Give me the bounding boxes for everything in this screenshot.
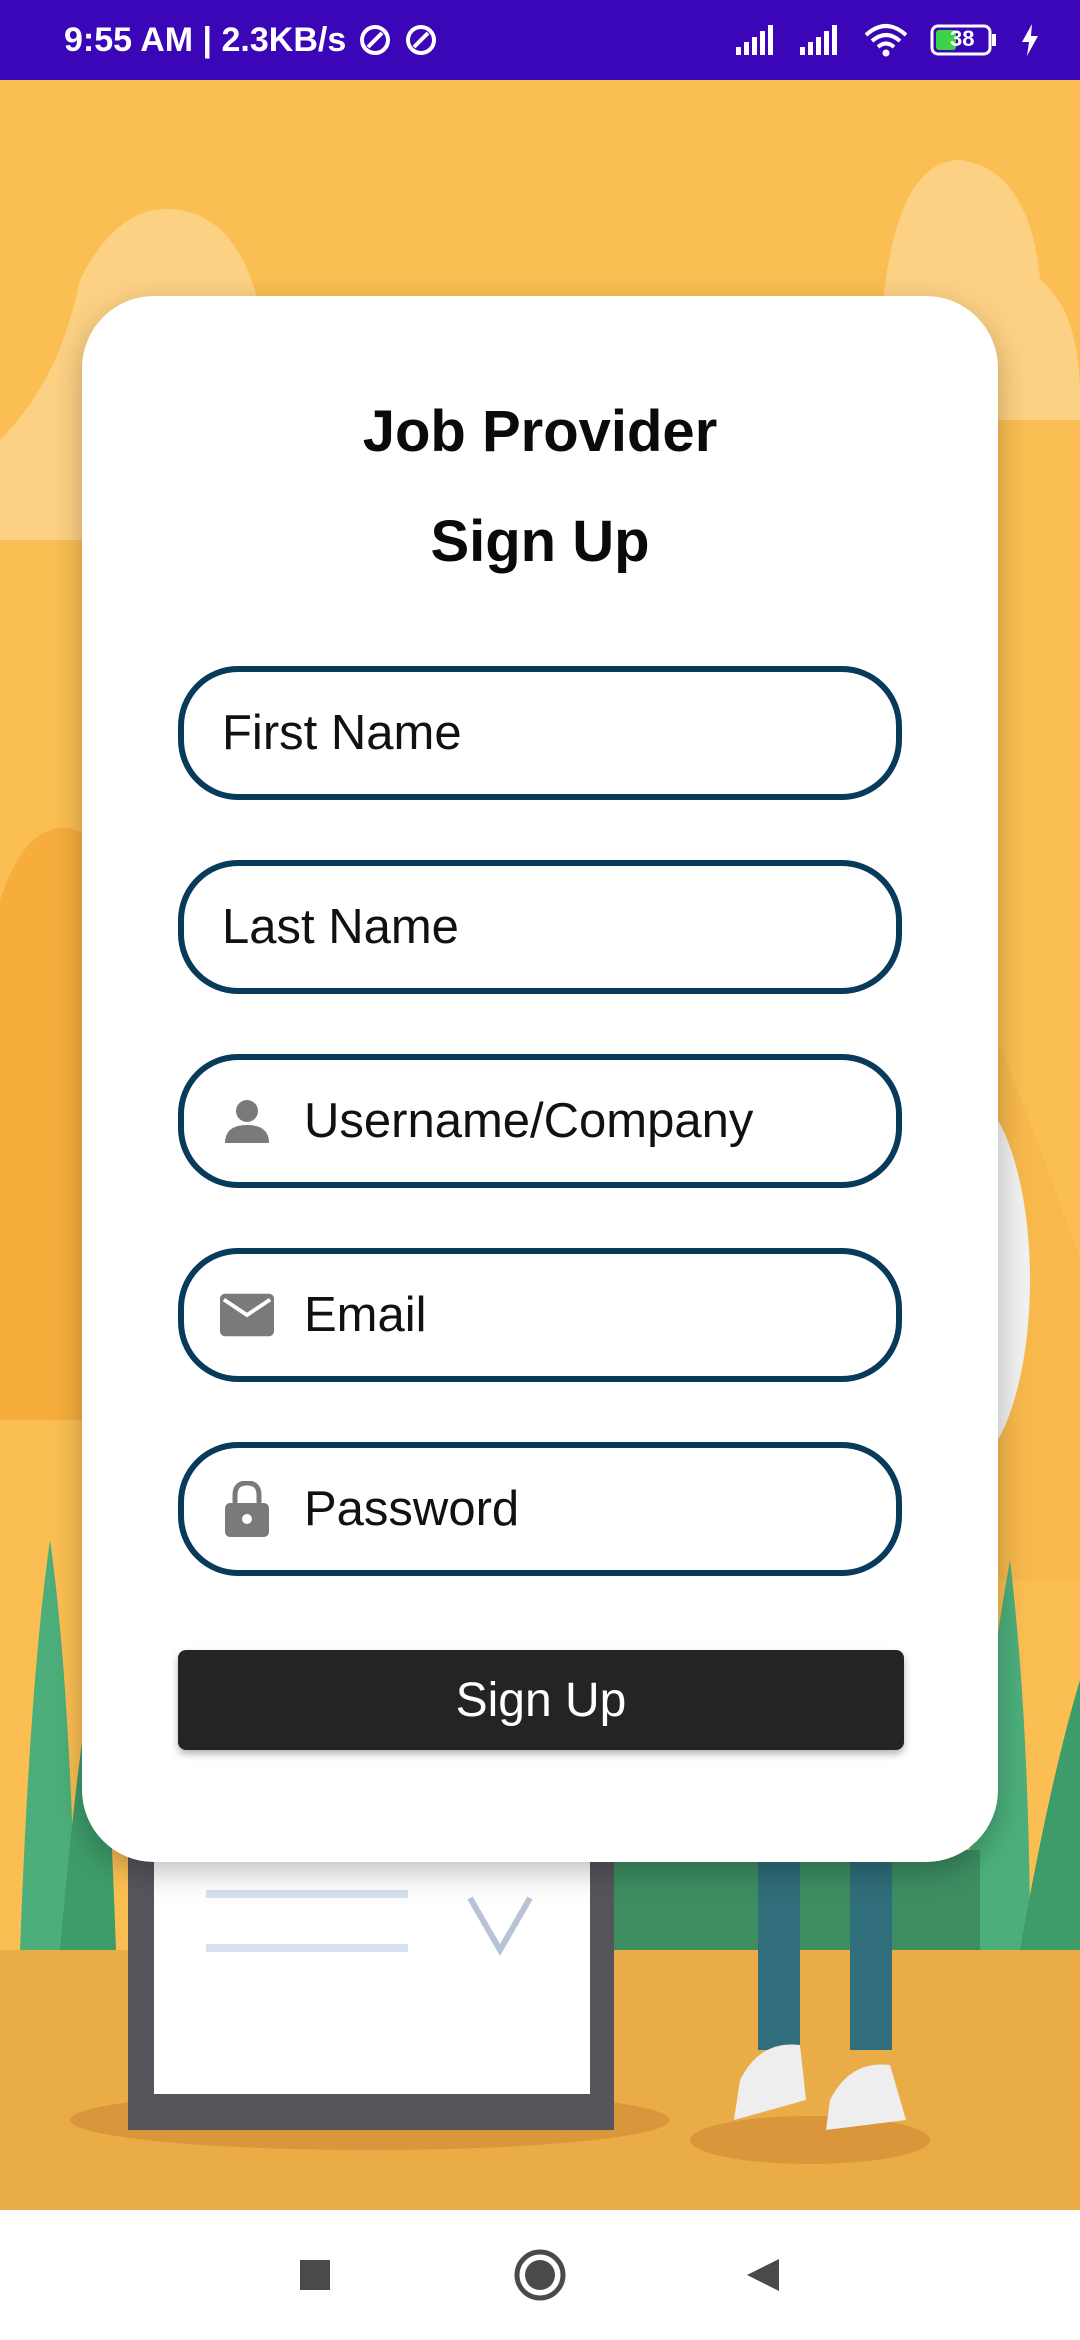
username-field[interactable]: Username/Company [178, 1054, 902, 1188]
first-name-field[interactable]: First Name [178, 666, 902, 800]
person-icon [220, 1094, 274, 1148]
status-right: 38 [736, 23, 1040, 57]
signup-card: Job Provider Sign Up First Name Last Nam… [82, 296, 998, 1862]
square-icon [300, 2260, 330, 2290]
battery-icon: 38 [930, 24, 998, 56]
sign-up-button[interactable]: Sign Up [178, 1650, 904, 1750]
password-field[interactable]: Password [178, 1442, 902, 1576]
last-name-field[interactable]: Last Name [178, 860, 902, 994]
email-field[interactable]: Email [178, 1248, 902, 1382]
username-placeholder: Username/Company [304, 1094, 754, 1148]
password-placeholder: Password [304, 1482, 520, 1536]
charging-icon [1020, 24, 1040, 56]
page-subtitle: Sign Up [430, 509, 650, 574]
first-name-placeholder: First Name [222, 706, 462, 760]
status-bar: 9:55 AM | 2.3KB/s 38 [0, 0, 1080, 80]
status-left: 9:55 AM | 2.3KB/s [64, 21, 438, 60]
last-name-placeholder: Last Name [222, 900, 459, 954]
back-button[interactable] [728, 2240, 798, 2310]
page-title: Job Provider [362, 399, 718, 464]
signal-icon [736, 25, 778, 55]
signal-icon-2 [800, 25, 842, 55]
navigation-bar [0, 2210, 1080, 2340]
circle-icon [514, 2249, 566, 2301]
wifi-icon [864, 23, 908, 57]
home-button[interactable] [505, 2240, 575, 2310]
lock-icon [220, 1481, 274, 1537]
sync-icon [358, 23, 392, 57]
status-time: 9:55 AM | 2.3KB/s [64, 20, 347, 59]
battery-level: 38 [950, 26, 975, 51]
sync-icon-2 [404, 23, 438, 57]
triangle-back-icon [747, 2259, 779, 2291]
mail-icon [220, 1288, 274, 1342]
recents-button[interactable] [280, 2240, 350, 2310]
email-placeholder: Email [304, 1288, 427, 1342]
